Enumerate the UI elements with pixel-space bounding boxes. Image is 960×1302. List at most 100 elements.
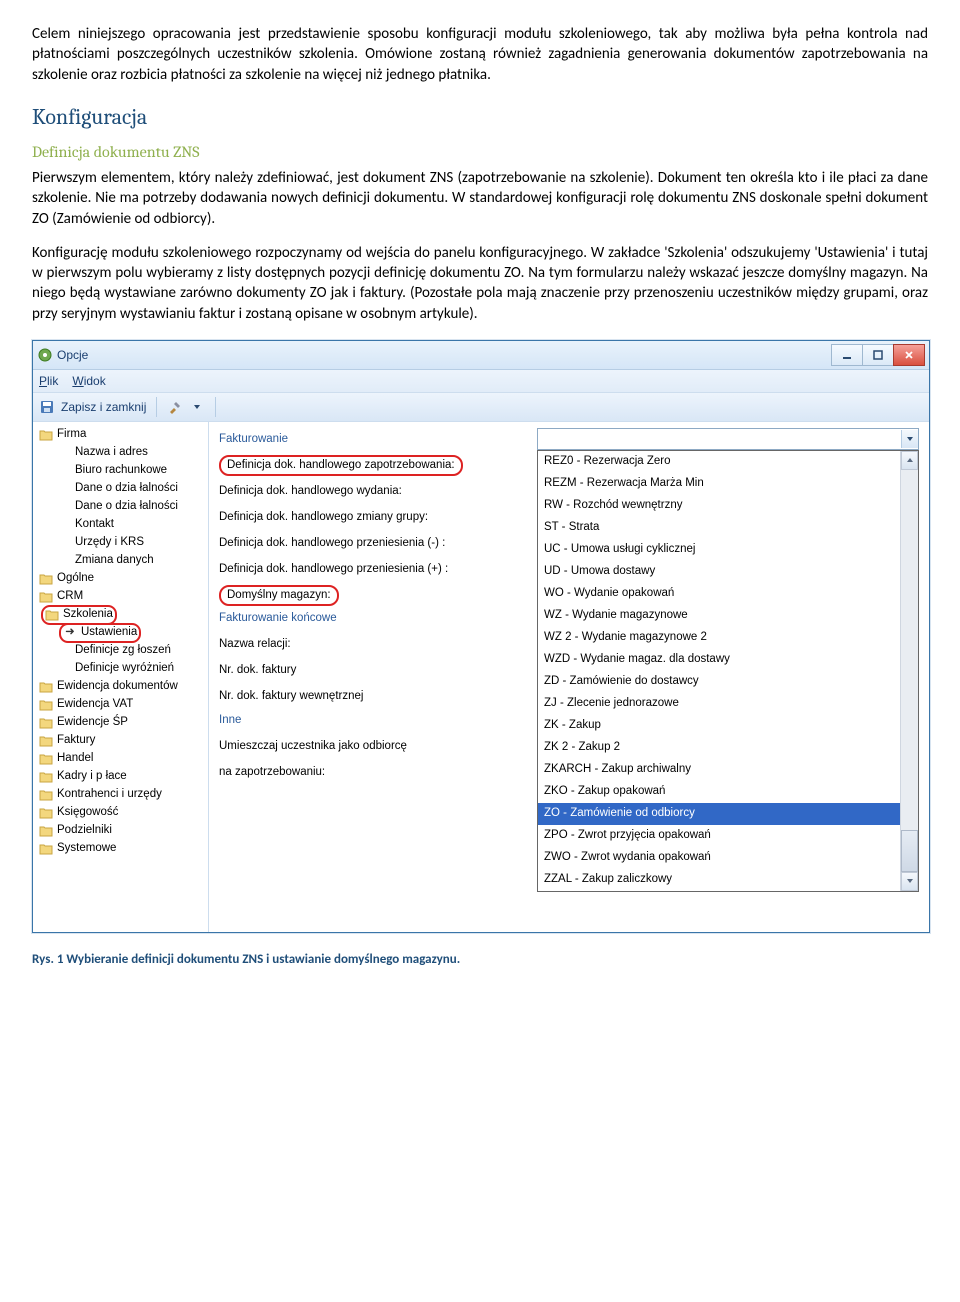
tree-node[interactable]: Ewidencje ŚP — [33, 714, 208, 732]
scroll-up-icon[interactable] — [901, 451, 918, 470]
window-title: Opcje — [57, 347, 832, 363]
dropdown-option[interactable]: ZZAL - Zakup zaliczkowy — [538, 869, 900, 891]
dropdown-option[interactable]: ZJ - Zlecenie jednorazowe — [538, 693, 900, 715]
scrollbar[interactable] — [900, 451, 918, 891]
dropdown-option[interactable]: WZD - Wydanie magaz. dla dostawy — [538, 649, 900, 671]
tree-node[interactable]: Biuro rachunkowe — [33, 462, 208, 480]
dropdown-option[interactable]: ZWO - Zwrot wydania opakowań — [538, 847, 900, 869]
tree-node[interactable]: Ewidencja dokumentów — [33, 678, 208, 696]
tree-node[interactable]: Kadry i p łace — [33, 768, 208, 786]
dropdown-option[interactable]: ST - Strata — [538, 517, 900, 539]
navigation-tree[interactable]: Firma Nazwa i adres Biuro rachunkowe Dane o… — [33, 422, 209, 932]
intro-paragraph: Celem niniejszego opracowania jest przed… — [32, 24, 928, 85]
dropdown-option[interactable]: UC - Umowa usługi cyklicznej — [538, 539, 900, 561]
dropdown-list: REZ0 - Rezerwacja ZeroREZM - Rezerwacja … — [537, 450, 919, 892]
form-label: Definicja dok. handlowego przeniesienia … — [219, 536, 479, 552]
save-and-close-button[interactable]: Zapisz i zamknij — [61, 399, 146, 415]
tree-node[interactable]: Kontrahenci i urzędy — [33, 786, 208, 804]
tree-node-label: Dane o dzia łalności — [75, 499, 178, 515]
tree-node-label: Systemowe — [57, 841, 116, 857]
dropdown-option[interactable]: ZO - Zamówienie od odbiorcy — [538, 803, 900, 825]
tree-node[interactable]: ➜Ustawienia — [33, 624, 208, 642]
title-bar: Opcje — [33, 341, 929, 370]
dropdown-option[interactable]: ZK 2 - Zakup 2 — [538, 737, 900, 759]
tree-node[interactable]: Szkolenia — [33, 606, 208, 624]
dropdown-option[interactable]: WO - Wydanie opakowań — [538, 583, 900, 605]
tree-node-label: Ustawienia — [81, 625, 137, 641]
maximize-button[interactable] — [862, 344, 894, 366]
tree-node-label: Księgowość — [57, 805, 118, 821]
dropdown-option[interactable]: ZPO - Zwrot przyjęcia opakowań — [538, 825, 900, 847]
body-paragraph-1: Pierwszym elementem, który należy zdefin… — [32, 168, 928, 229]
dropdown-option[interactable]: WZ - Wydanie magazynowe — [538, 605, 900, 627]
dropdown-option[interactable]: RW - Rozchód wewnętrzny — [538, 495, 900, 517]
scroll-thumb[interactable] — [901, 830, 918, 872]
scroll-down-icon[interactable] — [901, 872, 918, 891]
tree-node-label: Kontakt — [75, 517, 114, 533]
tree-node[interactable]: Zmiana danych — [33, 552, 208, 570]
tree-node-label: Handel — [57, 751, 93, 767]
tree-node[interactable]: Księgowość — [33, 804, 208, 822]
form-label: Nr. dok. faktury — [219, 663, 479, 679]
dropdown-toggle-icon[interactable] — [901, 430, 918, 448]
close-button[interactable] — [893, 344, 925, 366]
tree-node-label: Zmiana danych — [75, 553, 154, 569]
toolbar-separator — [156, 397, 157, 417]
tree-node[interactable]: Ewidencja VAT — [33, 696, 208, 714]
app-icon — [37, 347, 53, 363]
tree-node[interactable]: Kontakt — [33, 516, 208, 534]
tree-node-label: CRM — [57, 589, 83, 605]
form-label: Definicja dok. handlowego wydania: — [219, 484, 479, 500]
dropdown-option[interactable]: ZD - Zamówienie do dostawcy — [538, 671, 900, 693]
dropdown-option[interactable]: ZK - Zakup — [538, 715, 900, 737]
section-heading: Konfiguracja — [32, 103, 928, 133]
tree-node-label: Urzędy i KRS — [75, 535, 144, 551]
tree-node[interactable]: Nazwa i adres — [33, 444, 208, 462]
dropdown-field[interactable] — [537, 428, 919, 450]
tree-node-label: Faktury — [57, 733, 95, 749]
dropdown-option[interactable]: REZ0 - Rezerwacja Zero — [538, 451, 900, 473]
tree-node-label: Ewidencje ŚP — [57, 715, 128, 731]
tree-node-label: Kadry i p łace — [57, 769, 127, 785]
tree-node[interactable]: Podzielniki — [33, 822, 208, 840]
toolbar: Zapisz i zamknij — [33, 393, 929, 422]
menu-widok[interactable]: Widok — [72, 373, 105, 389]
toolbar-separator-2 — [215, 397, 216, 417]
dropdown-option[interactable]: ZKARCH - Zakup archiwalny — [538, 759, 900, 781]
menu-bar: Plik Widok — [33, 370, 929, 393]
options-window: Opcje Plik Widok Zapisz i zamknij — [32, 340, 930, 933]
tree-node-label: Firma — [57, 427, 86, 443]
tree-node[interactable]: Firma — [33, 426, 208, 444]
tree-node-label: Nazwa i adres — [75, 445, 148, 461]
tree-node-label: Dane o dzia łalności — [75, 481, 178, 497]
form-label: Definicja dok. handlowego przeniesienia … — [219, 562, 479, 578]
dropdown-option[interactable]: WZ 2 - Wydanie magazynowe 2 — [538, 627, 900, 649]
tree-node[interactable]: Urzędy i KRS — [33, 534, 208, 552]
figure-caption: Rys. 1 Wybieranie definicji dokumentu ZN… — [32, 951, 928, 969]
tree-node[interactable]: Dane o dzia łalności — [33, 498, 208, 516]
form-label: Nazwa relacji: — [219, 637, 479, 653]
tools-icon[interactable] — [167, 399, 183, 415]
form-label: Umieszczaj uczestnika jako odbiorcę — [219, 739, 479, 755]
tree-node[interactable]: CRM — [33, 588, 208, 606]
dropdown-option[interactable]: REZM - Rezerwacja Marża Min — [538, 473, 900, 495]
save-icon[interactable] — [39, 399, 55, 415]
form-panel: REZ0 - Rezerwacja ZeroREZM - Rezerwacja … — [209, 422, 929, 932]
dropdown-icon[interactable] — [189, 399, 205, 415]
tree-node-label: Kontrahenci i urzędy — [57, 787, 162, 803]
tree-node-label: Biuro rachunkowe — [75, 463, 167, 479]
tree-node[interactable]: Faktury — [33, 732, 208, 750]
tree-node[interactable]: Handel — [33, 750, 208, 768]
dropdown-option[interactable]: ZKO - Zakup opakowań — [538, 781, 900, 803]
form-label: Definicja dok. handlowego zmiany grupy: — [219, 510, 479, 526]
tree-node-label: Ewidencja dokumentów — [57, 679, 178, 695]
tree-node[interactable]: Definicje zg łoszeń — [33, 642, 208, 660]
tree-node[interactable]: Dane o dzia łalności — [33, 480, 208, 498]
tree-node[interactable]: Systemowe — [33, 840, 208, 858]
dropdown-option[interactable]: UD - Umowa dostawy — [538, 561, 900, 583]
tree-node[interactable]: Ogólne — [33, 570, 208, 588]
menu-plik[interactable]: Plik — [39, 373, 58, 389]
tree-node[interactable]: Definicje wyróżnień — [33, 660, 208, 678]
body-paragraph-2: Konfigurację modułu szkoleniowego rozpoc… — [32, 243, 928, 324]
minimize-button[interactable] — [831, 344, 863, 366]
